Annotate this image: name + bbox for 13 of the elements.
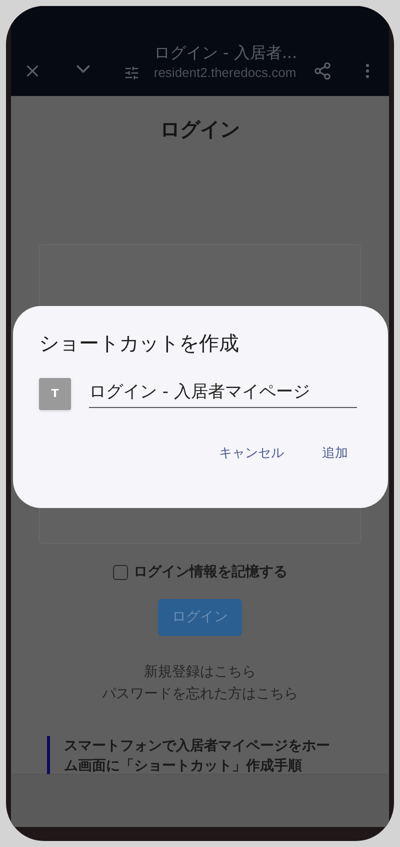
dialog-button[interactable]: キャンセル (211, 440, 292, 468)
share-icon[interactable] (313, 60, 332, 82)
dialog-button[interactable]: 追加 (314, 440, 356, 468)
shortcut-name-field[interactable]: ログイン - 入居者マイページ (89, 380, 357, 408)
settings-icon[interactable] (124, 64, 140, 82)
page-heading: ログイン (160, 116, 240, 143)
remember-checkbox[interactable] (112, 565, 128, 580)
page-title: ログイン - 入居者... (154, 42, 298, 62)
site-icon: T (39, 378, 71, 410)
remember-label: ログイン情報を記憶する (134, 563, 288, 582)
page-url: resident2.theredocs.com (154, 64, 298, 82)
dialog-title: ショートカットを作成 (39, 330, 240, 357)
notice-heading: スマートフォンで入居者マイページをホーム画面に「ショートカット」作成手順 (64, 737, 331, 774)
